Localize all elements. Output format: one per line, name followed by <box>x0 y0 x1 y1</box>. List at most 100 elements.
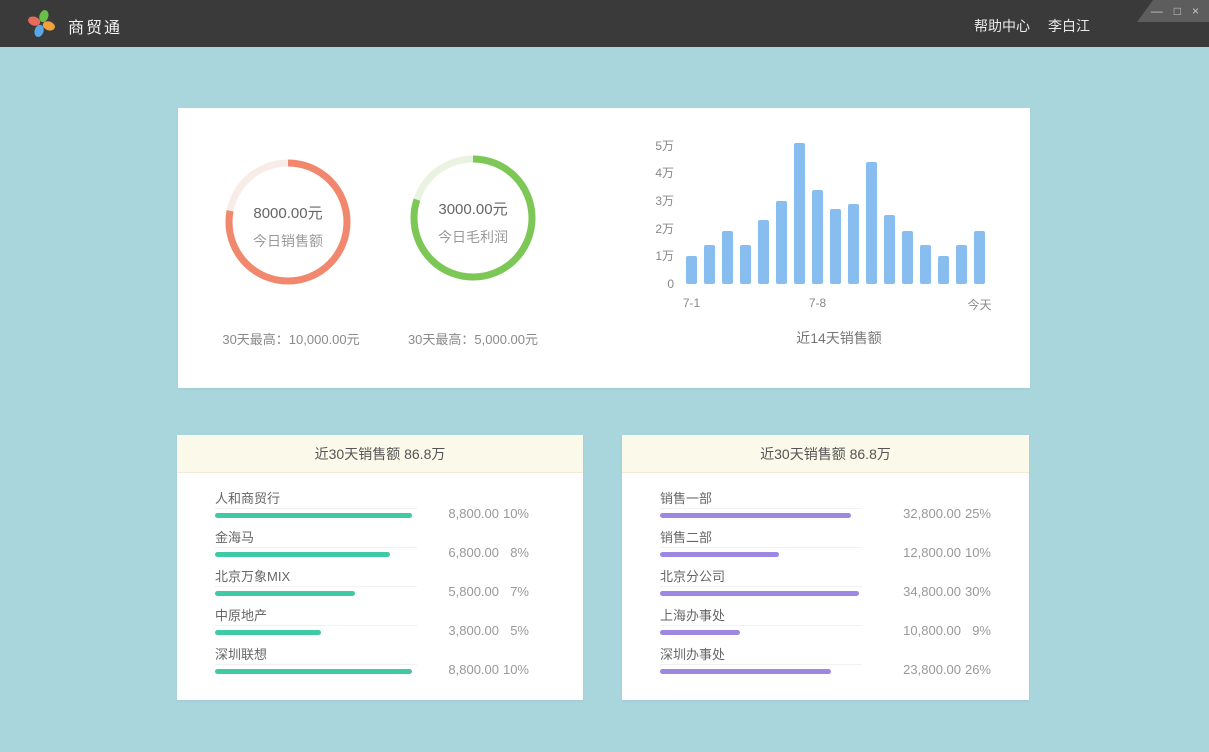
maximize-button[interactable]: □ <box>1174 5 1181 17</box>
list-item-underline <box>215 547 417 548</box>
list-item: 人和商贸行 8,800.0010% <box>215 490 583 529</box>
list-item-values: 3,800.005% <box>419 623 529 638</box>
departments-list: 销售一部 32,800.0025% 销售二部12,800.0010%北京分公司 34,… <box>622 473 1029 685</box>
list-item-underline <box>660 625 862 626</box>
list-item: 销售一部 32,800.0025% <box>660 490 1029 529</box>
daily-sales-bar <box>956 245 967 284</box>
y-axis-tick: 2万 <box>634 223 674 235</box>
today-sales-value: 8000.00元 <box>223 202 353 223</box>
today-profit-label: 今日毛利润 <box>408 227 538 247</box>
user-menu[interactable]: 李白江 <box>1048 16 1090 36</box>
list-item-label: 销售一部 <box>660 491 712 506</box>
list-item-values: 8,800.0010% <box>419 662 529 677</box>
list-item-values: 12,800.0010% <box>881 545 991 560</box>
daily-sales-bar <box>884 215 895 284</box>
today-sales-donut: 8000.00元 今日销售额 <box>223 157 353 287</box>
daily-sales-bar <box>830 209 841 284</box>
list-item-bar <box>215 552 390 557</box>
list-item-label: 中原地产 <box>215 608 267 623</box>
daily-sales-bar <box>704 245 715 284</box>
list-item-bar <box>215 513 412 518</box>
today-summary-card: 8000.00元 今日销售额 3000.00元 今日毛利润 30天最高：10,0… <box>178 108 1030 388</box>
list-item-values: 8,800.0010% <box>419 506 529 521</box>
y-axis-tick: 1万 <box>634 250 674 262</box>
list-item-underline <box>215 508 417 509</box>
list-item-percent: 25% <box>961 506 991 521</box>
list-item-amount: 5,800.00 <box>419 584 499 599</box>
y-axis-tick: 5万 <box>634 140 674 152</box>
app-title: 商贸通 <box>68 14 122 38</box>
departments-sales-card: 近30天销售额 86.8万 销售一部 32,800.0025% 销售二部12,800… <box>622 435 1029 700</box>
customers-card-header: 近30天销售额 86.8万 <box>177 435 583 473</box>
y-axis-tick: 0 <box>634 278 674 290</box>
daily-sales-bar <box>920 245 931 284</box>
list-item: 北京万象MIX 5,800.007% <box>215 568 583 607</box>
sales-14d-bar-chart: 01万2万3万4万5万7-17-8今天 <box>686 138 992 284</box>
today-sales-label: 今日销售额 <box>223 231 353 251</box>
daily-sales-bar <box>812 190 823 284</box>
list-item-underline <box>660 508 862 509</box>
list-item-bar <box>660 669 831 674</box>
list-item-label: 人和商贸行 <box>215 491 280 506</box>
list-item: 深圳办事处 23,800.0026% <box>660 646 1029 685</box>
list-item-label: 深圳办事处 <box>660 647 725 662</box>
list-item-values: 23,800.0026% <box>881 662 991 677</box>
list-item-bar <box>660 591 859 596</box>
departments-card-header: 近30天销售额 86.8万 <box>622 435 1029 473</box>
list-item-percent: 26% <box>961 662 991 677</box>
list-item-amount: 12,800.00 <box>881 545 961 560</box>
list-item-values: 6,800.008% <box>419 545 529 560</box>
profit-30d-max-caption: 30天最高：5,000.00元 <box>373 329 573 348</box>
list-item-percent: 5% <box>499 623 529 638</box>
x-axis-label: 今天 <box>967 296 991 313</box>
list-item-underline <box>215 586 417 587</box>
list-item-amount: 3,800.00 <box>419 623 499 638</box>
daily-sales-bar <box>866 162 877 284</box>
list-item-amount: 34,800.00 <box>881 584 961 599</box>
list-item-amount: 8,800.00 <box>419 662 499 677</box>
list-item-label: 北京万象MIX <box>215 569 290 584</box>
list-item-percent: 7% <box>499 584 529 599</box>
y-axis-tick: 3万 <box>634 195 674 207</box>
list-item-amount: 32,800.00 <box>881 506 961 521</box>
list-item-values: 5,800.007% <box>419 584 529 599</box>
list-item-percent: 9% <box>961 623 991 638</box>
list-item-percent: 30% <box>961 584 991 599</box>
minimize-button[interactable]: — <box>1151 5 1163 17</box>
daily-sales-bar <box>758 220 769 284</box>
list-item: 销售二部12,800.0010% <box>660 529 1029 568</box>
list-item-values: 32,800.0025% <box>881 506 991 521</box>
x-axis-label: 7-8 <box>809 296 826 310</box>
list-item-percent: 10% <box>499 506 529 521</box>
list-item-label: 上海办事处 <box>660 608 725 623</box>
list-item-amount: 8,800.00 <box>419 506 499 521</box>
list-item-bar <box>660 630 740 635</box>
list-item-bar <box>660 513 851 518</box>
today-profit-value: 3000.00元 <box>408 198 538 219</box>
today-profit-donut: 3000.00元 今日毛利润 <box>408 153 538 283</box>
list-item-bar <box>215 669 412 674</box>
bar-series <box>686 138 992 284</box>
list-item: 中原地产 3,800.005% <box>215 607 583 646</box>
daily-sales-bar <box>776 201 787 284</box>
daily-sales-bar <box>722 231 733 284</box>
daily-sales-bar <box>848 204 859 284</box>
daily-sales-bar <box>902 231 913 284</box>
daily-sales-bar <box>938 256 949 284</box>
list-item-underline <box>660 547 862 548</box>
close-button[interactable]: × <box>1192 5 1199 17</box>
window-controls: — □ × <box>1137 0 1209 22</box>
list-item-bar <box>215 591 355 596</box>
x-axis-label: 7-1 <box>683 296 700 310</box>
list-item: 深圳联想8,800.0010% <box>215 646 583 685</box>
sales-30d-max-caption: 30天最高：10,000.00元 <box>191 329 391 348</box>
help-center-link[interactable]: 帮助中心 <box>974 16 1030 36</box>
app-logo-pinwheel-icon <box>26 8 57 39</box>
list-item-amount: 23,800.00 <box>881 662 961 677</box>
list-item-percent: 8% <box>499 545 529 560</box>
daily-sales-bar <box>974 231 985 284</box>
bar-chart-caption: 近14天销售额 <box>686 328 992 348</box>
daily-sales-bar <box>794 143 805 284</box>
list-item-label: 北京分公司 <box>660 569 725 584</box>
title-bar: 商贸通 帮助中心 李白江 — □ × <box>0 0 1209 47</box>
